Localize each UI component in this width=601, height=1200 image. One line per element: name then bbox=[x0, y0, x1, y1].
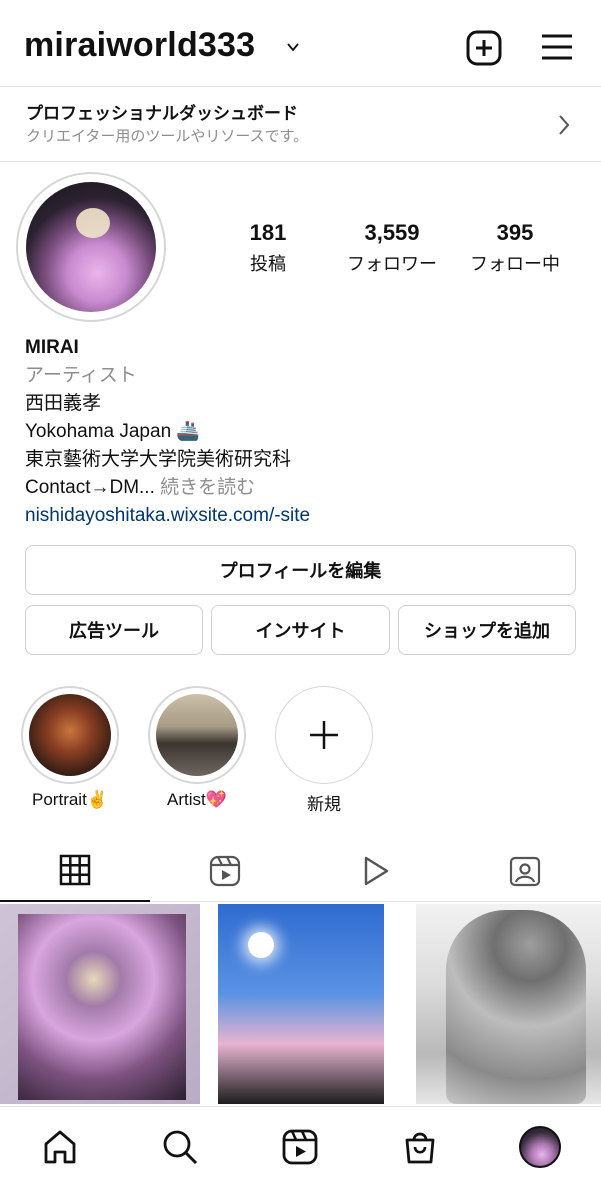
bio-contact: Contact→DM... bbox=[25, 477, 155, 498]
post-image bbox=[18, 914, 186, 1100]
highlight-label: Artist💖 bbox=[167, 790, 227, 809]
chevron-right-icon bbox=[559, 115, 570, 135]
search-icon bbox=[163, 1130, 198, 1165]
post-image bbox=[446, 910, 586, 1104]
tab-videos[interactable] bbox=[300, 840, 450, 902]
profile-avatar bbox=[519, 1126, 561, 1168]
professional-dashboard[interactable]: プロフェッショナルダッシュボード クリエイター用のツールやリソースです。 bbox=[0, 86, 601, 162]
nav-profile[interactable] bbox=[518, 1125, 562, 1169]
add-post-icon[interactable] bbox=[466, 30, 502, 66]
highlight-ring bbox=[275, 686, 373, 784]
tab-posts-grid[interactable] bbox=[0, 840, 150, 902]
bio-line: Yokohama Japan 🚢 bbox=[25, 421, 201, 442]
profile-tabs bbox=[0, 840, 601, 902]
dashboard-subtitle: クリエイター用のツールやリソースです。 bbox=[26, 127, 309, 145]
bottom-nav bbox=[0, 1106, 601, 1200]
ad-tools-button[interactable]: 広告ツール bbox=[25, 605, 203, 655]
post-thumbnail[interactable] bbox=[218, 904, 384, 1104]
add-shop-button[interactable]: ショップを追加 bbox=[398, 605, 576, 655]
post-grid bbox=[0, 904, 601, 1104]
following-stat[interactable]: 395 フォロー中 bbox=[450, 220, 580, 276]
play-icon bbox=[364, 856, 389, 886]
reels-icon bbox=[209, 855, 241, 887]
followers-count: 3,559 bbox=[364, 220, 420, 245]
insights-button[interactable]: インサイト bbox=[211, 605, 390, 655]
display-name: MIRAI bbox=[25, 337, 79, 358]
followers-label: フォロワー bbox=[347, 254, 437, 275]
tab-reels[interactable] bbox=[150, 840, 300, 902]
followers-stat[interactable]: 3,559 フォロワー bbox=[327, 220, 457, 276]
posts-label: 投稿 bbox=[250, 254, 286, 275]
top-bar: miraiworld333 bbox=[0, 0, 601, 88]
read-more-link[interactable]: 続きを読む bbox=[155, 477, 255, 498]
tagged-icon bbox=[509, 856, 541, 887]
home-icon bbox=[44, 1130, 76, 1164]
following-count: 395 bbox=[496, 220, 534, 245]
highlight-label: Portrait✌️ bbox=[32, 790, 108, 809]
highlight-ring bbox=[148, 686, 246, 784]
bio-line: 西田義孝 bbox=[25, 393, 102, 414]
username-title[interactable]: miraiworld333 bbox=[24, 26, 255, 65]
highlight-ring bbox=[21, 686, 119, 784]
tab-tagged[interactable] bbox=[450, 840, 600, 902]
post-thumbnail[interactable] bbox=[0, 904, 200, 1104]
edit-profile-button[interactable]: プロフィールを編集 bbox=[25, 545, 576, 595]
bio-contact-line: Contact→DM... 続きを読む bbox=[25, 474, 585, 502]
post-image bbox=[248, 932, 274, 958]
reels-icon bbox=[282, 1129, 318, 1165]
highlight-artist[interactable]: Artist💖 bbox=[147, 686, 247, 810]
shop-icon bbox=[405, 1132, 435, 1164]
dashboard-title: プロフェッショナルダッシュボード bbox=[26, 104, 298, 124]
highlight-portrait[interactable]: Portrait✌️ bbox=[20, 686, 120, 810]
bio-line: 東京藝術大学大学院美術研究科 bbox=[25, 449, 292, 470]
menu-icon[interactable] bbox=[540, 32, 574, 62]
plus-icon bbox=[310, 721, 338, 749]
website-link[interactable]: nishidayoshitaka.wixsite.com/-site bbox=[25, 502, 585, 530]
profile-avatar[interactable] bbox=[16, 172, 166, 322]
chevron-down-icon[interactable] bbox=[286, 40, 300, 54]
highlight-label: 新規 bbox=[307, 795, 341, 814]
posts-count: 181 bbox=[249, 220, 287, 245]
nav-reels[interactable] bbox=[278, 1125, 322, 1169]
following-label: フォロー中 bbox=[470, 254, 560, 275]
posts-stat[interactable]: 181 投稿 bbox=[203, 220, 333, 276]
highlight-cover bbox=[29, 694, 111, 776]
nav-shop[interactable] bbox=[398, 1125, 442, 1169]
nav-home[interactable] bbox=[38, 1125, 82, 1169]
highlight-cover bbox=[156, 694, 238, 776]
highlight-new[interactable]: 新規 bbox=[274, 686, 374, 815]
category-label: アーティスト bbox=[25, 365, 137, 386]
avatar-image bbox=[26, 182, 156, 312]
profile-bio: MIRAI アーティスト 西田義孝 Yokohama Japan 🚢 東京藝術大… bbox=[25, 334, 585, 530]
grid-icon bbox=[59, 854, 91, 886]
post-thumbnail[interactable] bbox=[416, 904, 601, 1104]
nav-search[interactable] bbox=[158, 1125, 202, 1169]
